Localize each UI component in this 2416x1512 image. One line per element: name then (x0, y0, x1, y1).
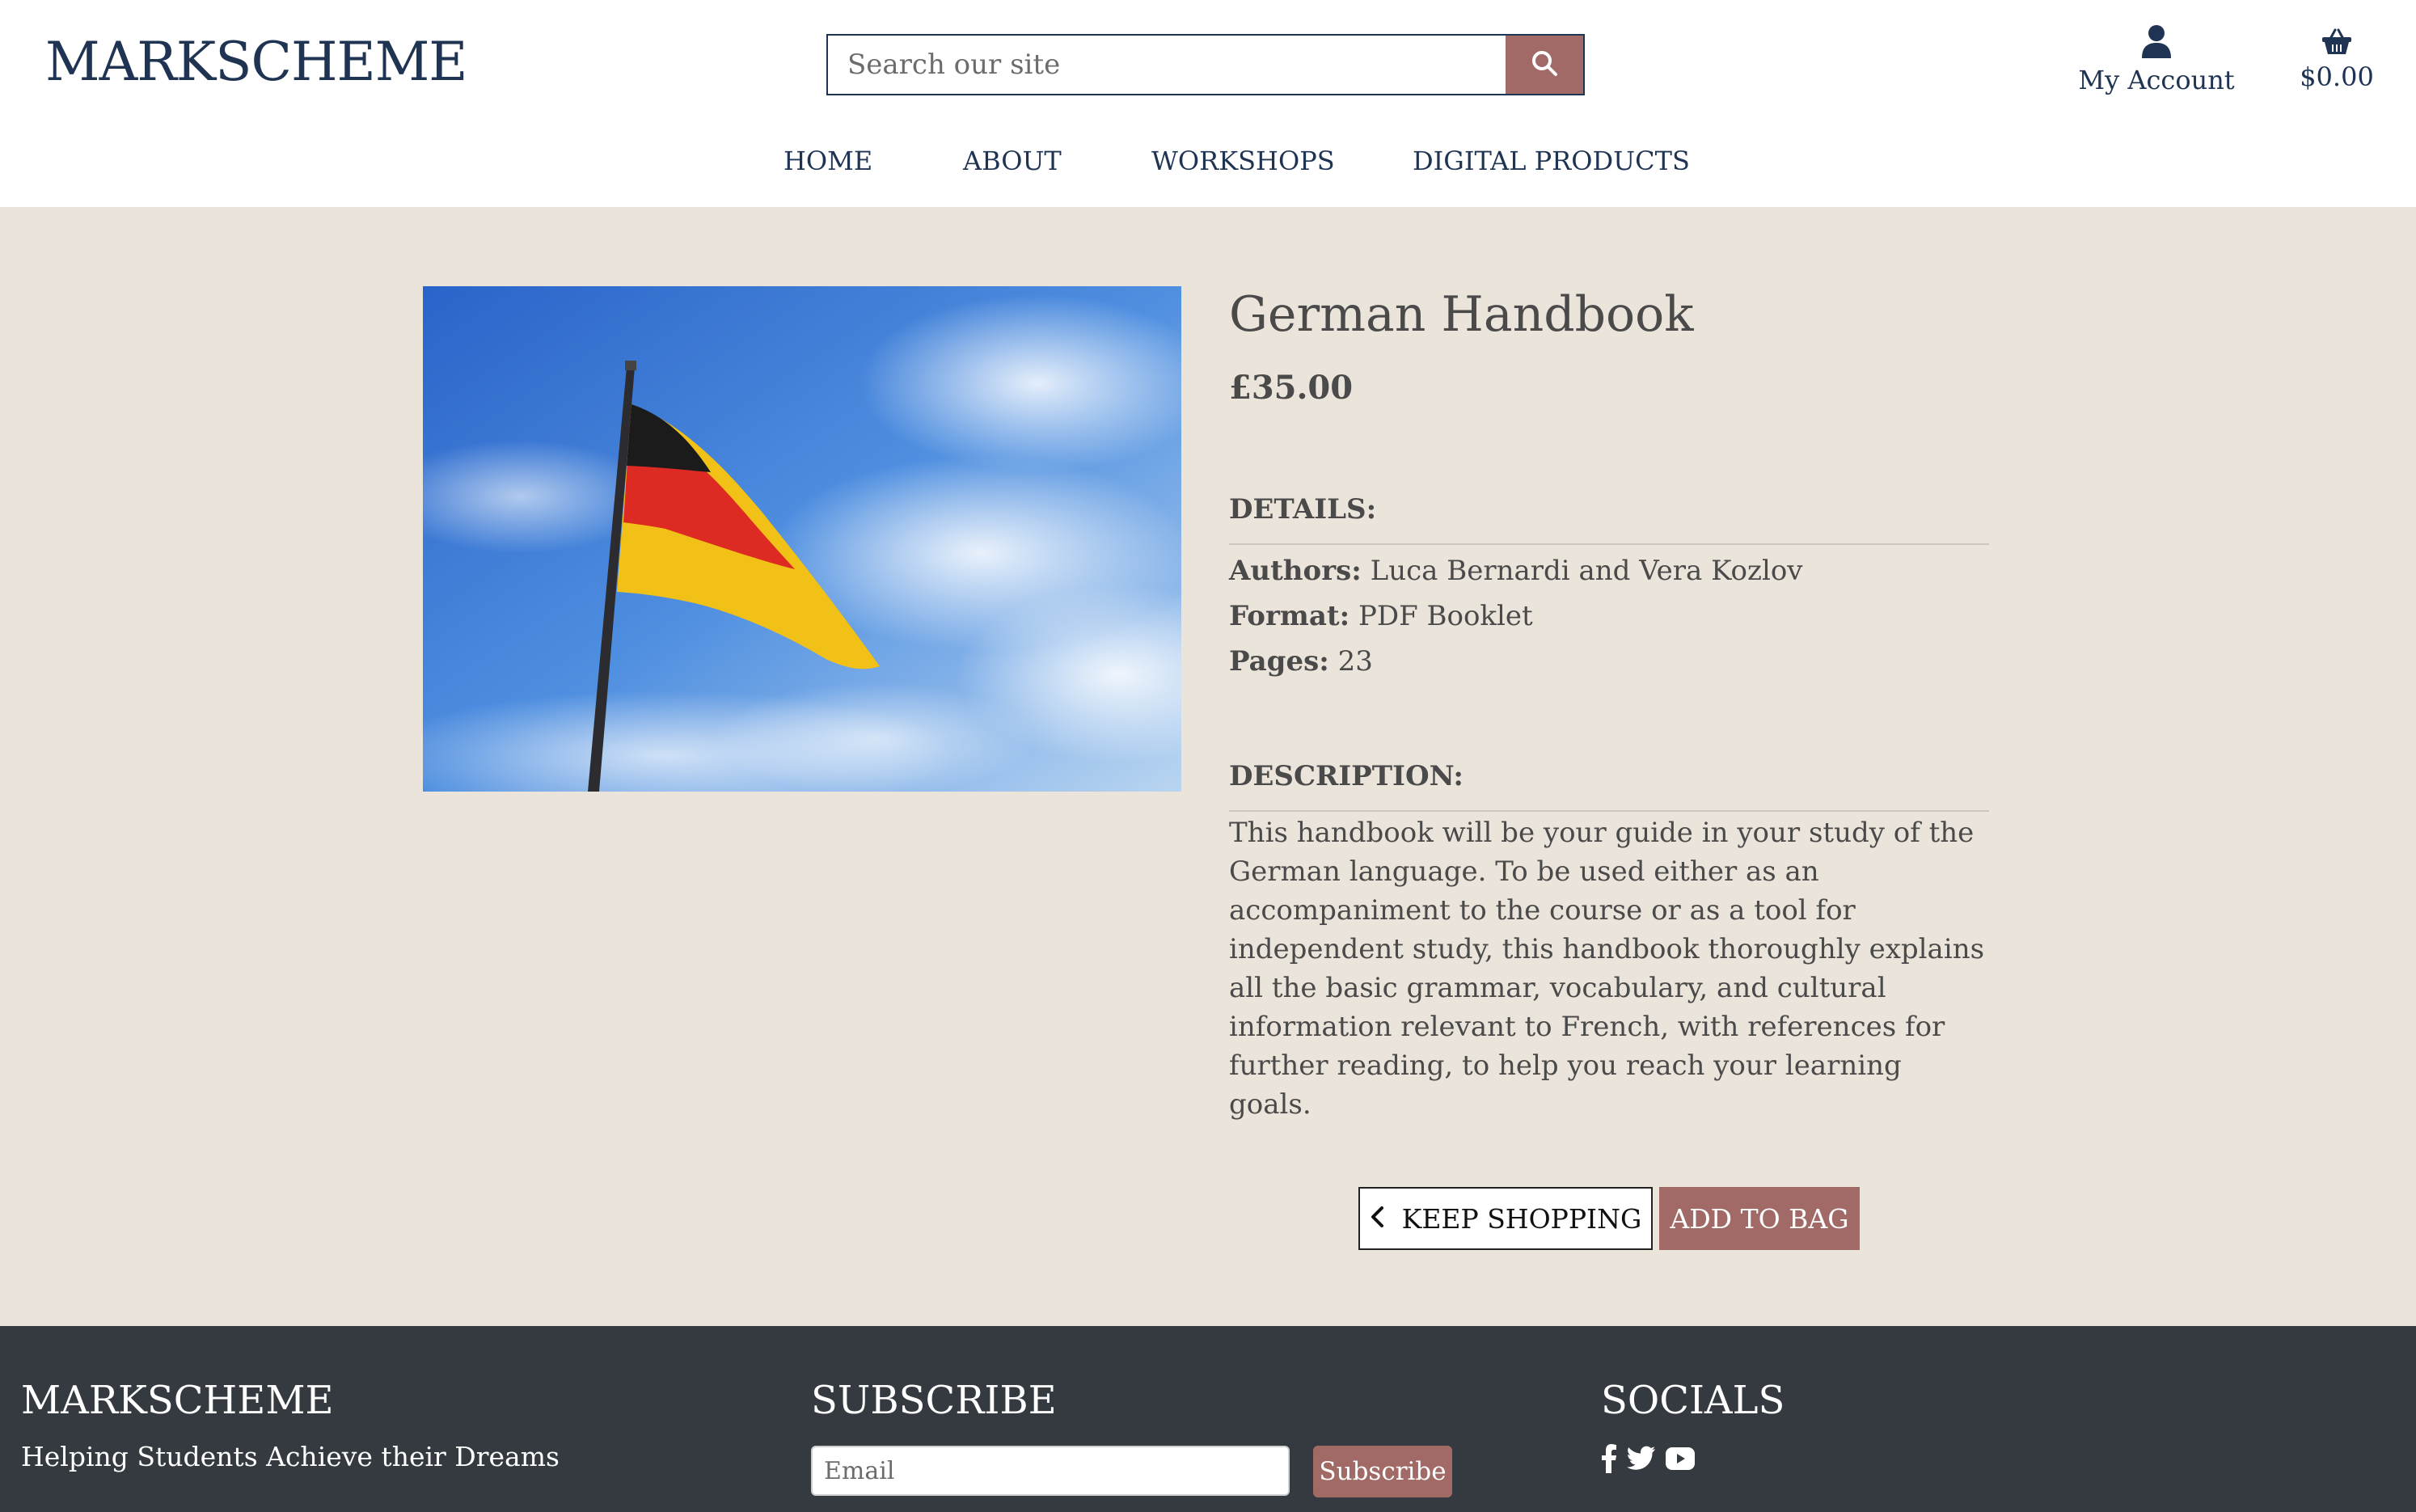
search-input[interactable] (826, 34, 1506, 95)
nav-digital-products[interactable]: DIGITAL PRODUCTS (1413, 146, 1690, 176)
search-button[interactable] (1506, 34, 1585, 95)
details-divider (1229, 543, 1989, 545)
add-to-bag-button[interactable]: ADD TO BAG (1659, 1187, 1860, 1250)
german-flag-image (423, 286, 1181, 792)
search-bar (826, 34, 1585, 95)
site-footer: MARKSCHEME Helping Students Achieve thei… (0, 1326, 2416, 1512)
detail-label: Authors: (1229, 555, 1362, 587)
product-price: £35.00 (1229, 369, 1354, 407)
my-account-link[interactable]: My Account (2070, 24, 2243, 95)
basket-icon (2321, 27, 2352, 58)
footer-brand: MARKSCHEME (21, 1378, 334, 1423)
footer-tagline: Helping Students Achieve their Dreams (21, 1441, 560, 1472)
keep-shopping-button[interactable]: KEEP SHOPPING (1358, 1187, 1653, 1250)
user-icon (2141, 24, 2172, 61)
product-description: This handbook will be your guide in your… (1229, 817, 1985, 1121)
detail-value: Luca Bernardi and Vera Kozlov (1370, 555, 1803, 587)
nav-home[interactable]: HOME (784, 146, 872, 176)
description-heading: DESCRIPTION: (1229, 760, 1464, 792)
socials-heading: SOCIALS (1601, 1378, 1785, 1423)
social-links (1601, 1444, 1695, 1473)
search-icon (1531, 49, 1558, 80)
site-logo[interactable]: MARKSCHEME (45, 31, 467, 93)
detail-authors: Authors: Luca Bernardi and Vera Kozlov (1229, 555, 1803, 587)
bag-total: $0.00 (2300, 61, 2374, 92)
detail-label: Format: (1229, 600, 1350, 632)
twitter-icon[interactable] (1627, 1446, 1656, 1472)
subscribe-button[interactable]: Subscribe (1313, 1446, 1452, 1497)
nav-workshops[interactable]: WORKSHOPS (1151, 146, 1335, 176)
shopping-bag-link[interactable]: $0.00 (2288, 27, 2385, 92)
my-account-label: My Account (2078, 65, 2235, 95)
description-divider (1229, 810, 1989, 812)
email-field[interactable] (811, 1446, 1290, 1496)
detail-value: 23 (1337, 645, 1373, 678)
detail-label: Pages: (1229, 645, 1329, 678)
product-image (423, 286, 1181, 792)
detail-pages: Pages: 23 (1229, 645, 1373, 678)
site-header: MARKSCHEME My Account (0, 0, 2416, 207)
subscribe-heading: SUBSCRIBE (811, 1378, 1057, 1423)
nav-about[interactable]: ABOUT (963, 146, 1062, 176)
chevron-left-icon (1370, 1203, 1384, 1235)
keep-shopping-label: KEEP SHOPPING (1401, 1202, 1642, 1235)
youtube-icon[interactable] (1666, 1447, 1695, 1470)
detail-format: Format: PDF Booklet (1229, 600, 1533, 632)
detail-value: PDF Booklet (1358, 600, 1533, 632)
product-title: German Handbook (1229, 286, 1694, 343)
details-heading: DETAILS: (1229, 493, 1377, 526)
facebook-icon[interactable] (1601, 1444, 1617, 1473)
